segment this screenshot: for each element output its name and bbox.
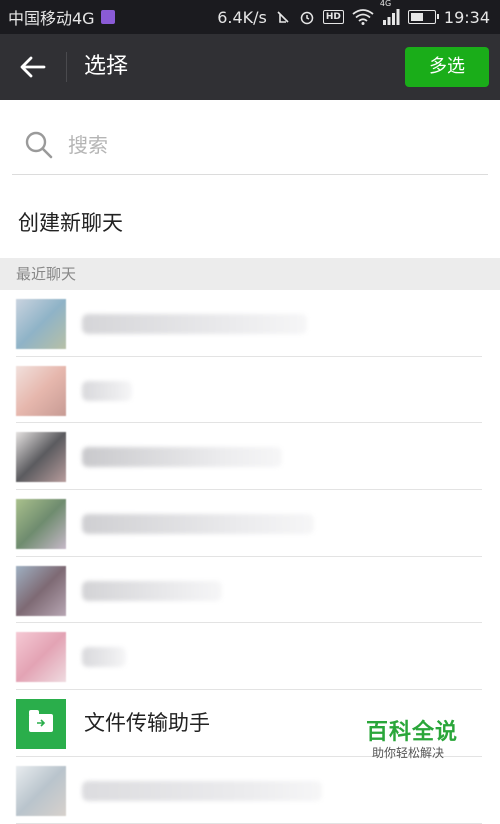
- avatar: [16, 432, 66, 483]
- cellular-signal-icon: 4G: [380, 0, 400, 25]
- back-arrow-icon: [20, 56, 46, 78]
- chat-row[interactable]: [0, 623, 500, 691]
- hd-icon: HD: [322, 10, 344, 24]
- page-title: 选择: [84, 54, 129, 79]
- notification-app-icon: [100, 10, 115, 24]
- blurred-chat-name: [82, 514, 314, 535]
- blurred-chat-name: [82, 780, 322, 801]
- avatar: [16, 765, 66, 816]
- title-divider: [66, 52, 67, 82]
- signal-type-label: 4G: [379, 0, 392, 8]
- blurred-chat-name: [82, 580, 222, 601]
- chat-row[interactable]: [0, 423, 500, 491]
- carrier-label: 中国移动4G: [8, 9, 95, 28]
- chat-row[interactable]: [0, 290, 500, 357]
- avatar: [16, 632, 66, 683]
- search-bar: [12, 114, 488, 175]
- vibrate-off-icon: [275, 9, 291, 25]
- watermark-logo: 百科全说 助你轻松解决: [358, 712, 498, 768]
- chat-row[interactable]: [0, 490, 500, 557]
- clock: 19:34: [443, 7, 490, 27]
- blurred-chat-name: [82, 314, 307, 334]
- create-new-chat-item[interactable]: 创建新聊天: [18, 196, 488, 250]
- back-button[interactable]: [16, 51, 50, 83]
- row-divider: [16, 822, 482, 824]
- file-transfer-icon: [16, 699, 66, 750]
- chat-name: 文件传输助手: [84, 711, 210, 736]
- avatar: [16, 565, 66, 616]
- status-bar: 中国移动4G 6.4K/s HD 4G 19:34: [0, 0, 500, 34]
- wifi-icon: [352, 9, 374, 25]
- search-icon: [25, 131, 53, 159]
- blurred-chat-name: [82, 647, 126, 668]
- chat-row[interactable]: [0, 357, 500, 424]
- watermark-subtitle: 助你轻松解决: [372, 746, 445, 760]
- avatar: [16, 299, 66, 349]
- watermark-title: 百科全说: [366, 720, 459, 745]
- search-input[interactable]: [66, 124, 470, 166]
- section-header-label: 最近聊天: [16, 265, 77, 283]
- net-speed: 6.4K/s: [217, 7, 267, 27]
- avatar: [16, 365, 66, 416]
- multi-select-button[interactable]: 多选: [405, 47, 489, 87]
- battery-icon: [407, 10, 439, 24]
- blurred-chat-name: [82, 380, 132, 401]
- chat-row[interactable]: [0, 557, 500, 624]
- recent-chats-section: 最近聊天: [0, 258, 500, 290]
- alarm-icon: [299, 9, 315, 25]
- title-bar: 选择 多选: [0, 34, 500, 100]
- avatar: [16, 499, 66, 550]
- blurred-chat-name: [82, 447, 282, 468]
